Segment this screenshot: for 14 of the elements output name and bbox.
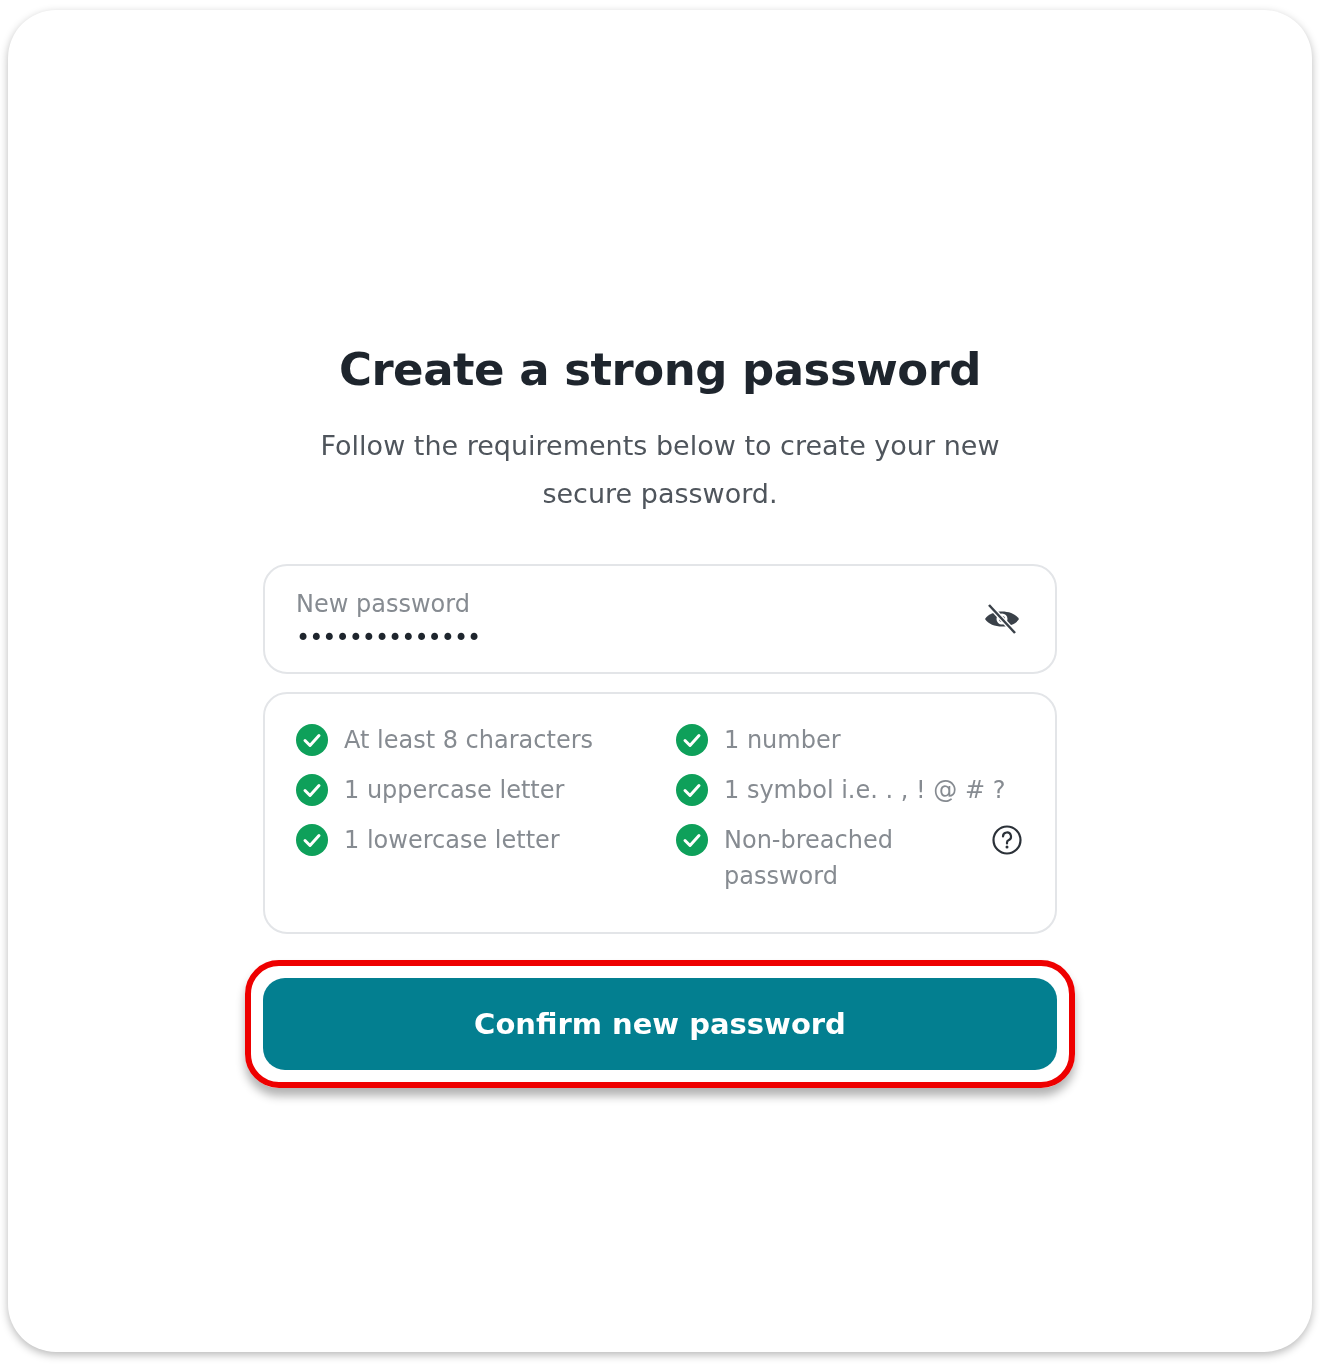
page-title: Create a strong password (337, 342, 983, 398)
confirm-button[interactable]: Confirm new password (263, 978, 1057, 1070)
requirement-text: Non-breached password (724, 825, 894, 892)
field-label: New password (296, 590, 470, 618)
requirement-text: At least 8 characters (344, 725, 594, 756)
requirement-text: 1 uppercase letter (344, 775, 565, 806)
requirement-text: 1 symbol i.e. . , ! @ # ? (724, 775, 1006, 806)
requirement-text: 1 lowercase letter (344, 825, 560, 856)
password-value: •••••••••••••• (296, 624, 481, 652)
requirement-text: 1 number (724, 725, 841, 756)
help-icon[interactable] (991, 824, 1023, 856)
subtitle-text: Follow the requirements below to create your new secure password. (319, 429, 1001, 511)
eye-slash-icon[interactable] (983, 602, 1021, 636)
password-field[interactable]: New password •••••••••••••• (263, 564, 1057, 674)
